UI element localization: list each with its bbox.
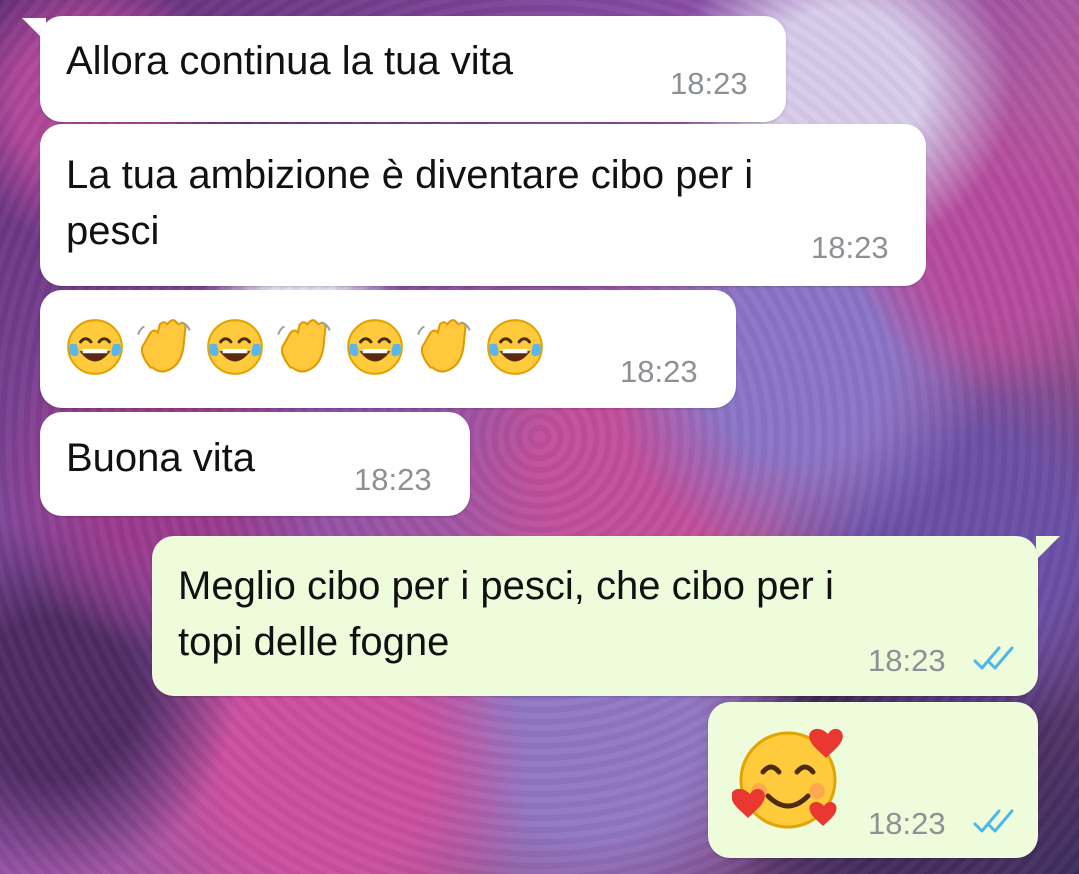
face-with-tears-of-joy-icon: [487, 319, 543, 375]
message-text: La tua ambizione è diventare cibo per i …: [66, 153, 754, 253]
smiling-face-with-hearts-icon: [732, 728, 843, 829]
message-bubble-incoming[interactable]: Allora continua la tua vita 18:23: [40, 16, 786, 122]
waving-hand-icon: [277, 319, 331, 373]
message-bubble-incoming[interactable]: Buona vita 18:23: [40, 412, 470, 516]
waving-hand-icon: [137, 319, 191, 373]
message-time: 18:23: [868, 643, 946, 678]
message-bubble-incoming[interactable]: La tua ambizione è diventare cibo per i …: [40, 124, 926, 286]
message-time: 18:23: [670, 66, 748, 101]
waving-hand-icon: [417, 319, 471, 373]
message-time: 18:23: [868, 806, 946, 841]
read-receipt-icon: [973, 646, 1014, 670]
outgoing-bubble-tail: [1036, 536, 1060, 560]
message-text: Allora continua la tua vita: [66, 39, 513, 83]
face-with-tears-of-joy-icon: [67, 319, 123, 375]
message-time: 18:23: [811, 230, 889, 265]
read-receipt-icon: [973, 809, 1014, 833]
emoji-sequence: [62, 312, 548, 382]
face-with-tears-of-joy-icon: [347, 319, 403, 375]
message-text: Buona vita: [66, 436, 256, 480]
message-time: 18:23: [620, 354, 698, 389]
face-with-tears-of-joy-icon: [207, 319, 263, 375]
message-time: 18:23: [354, 462, 432, 497]
message-bubble-outgoing[interactable]: Meglio cibo per i pesci, che cibo per i …: [152, 536, 1038, 696]
message-text: Meglio cibo per i pesci, che cibo per i …: [178, 564, 834, 664]
